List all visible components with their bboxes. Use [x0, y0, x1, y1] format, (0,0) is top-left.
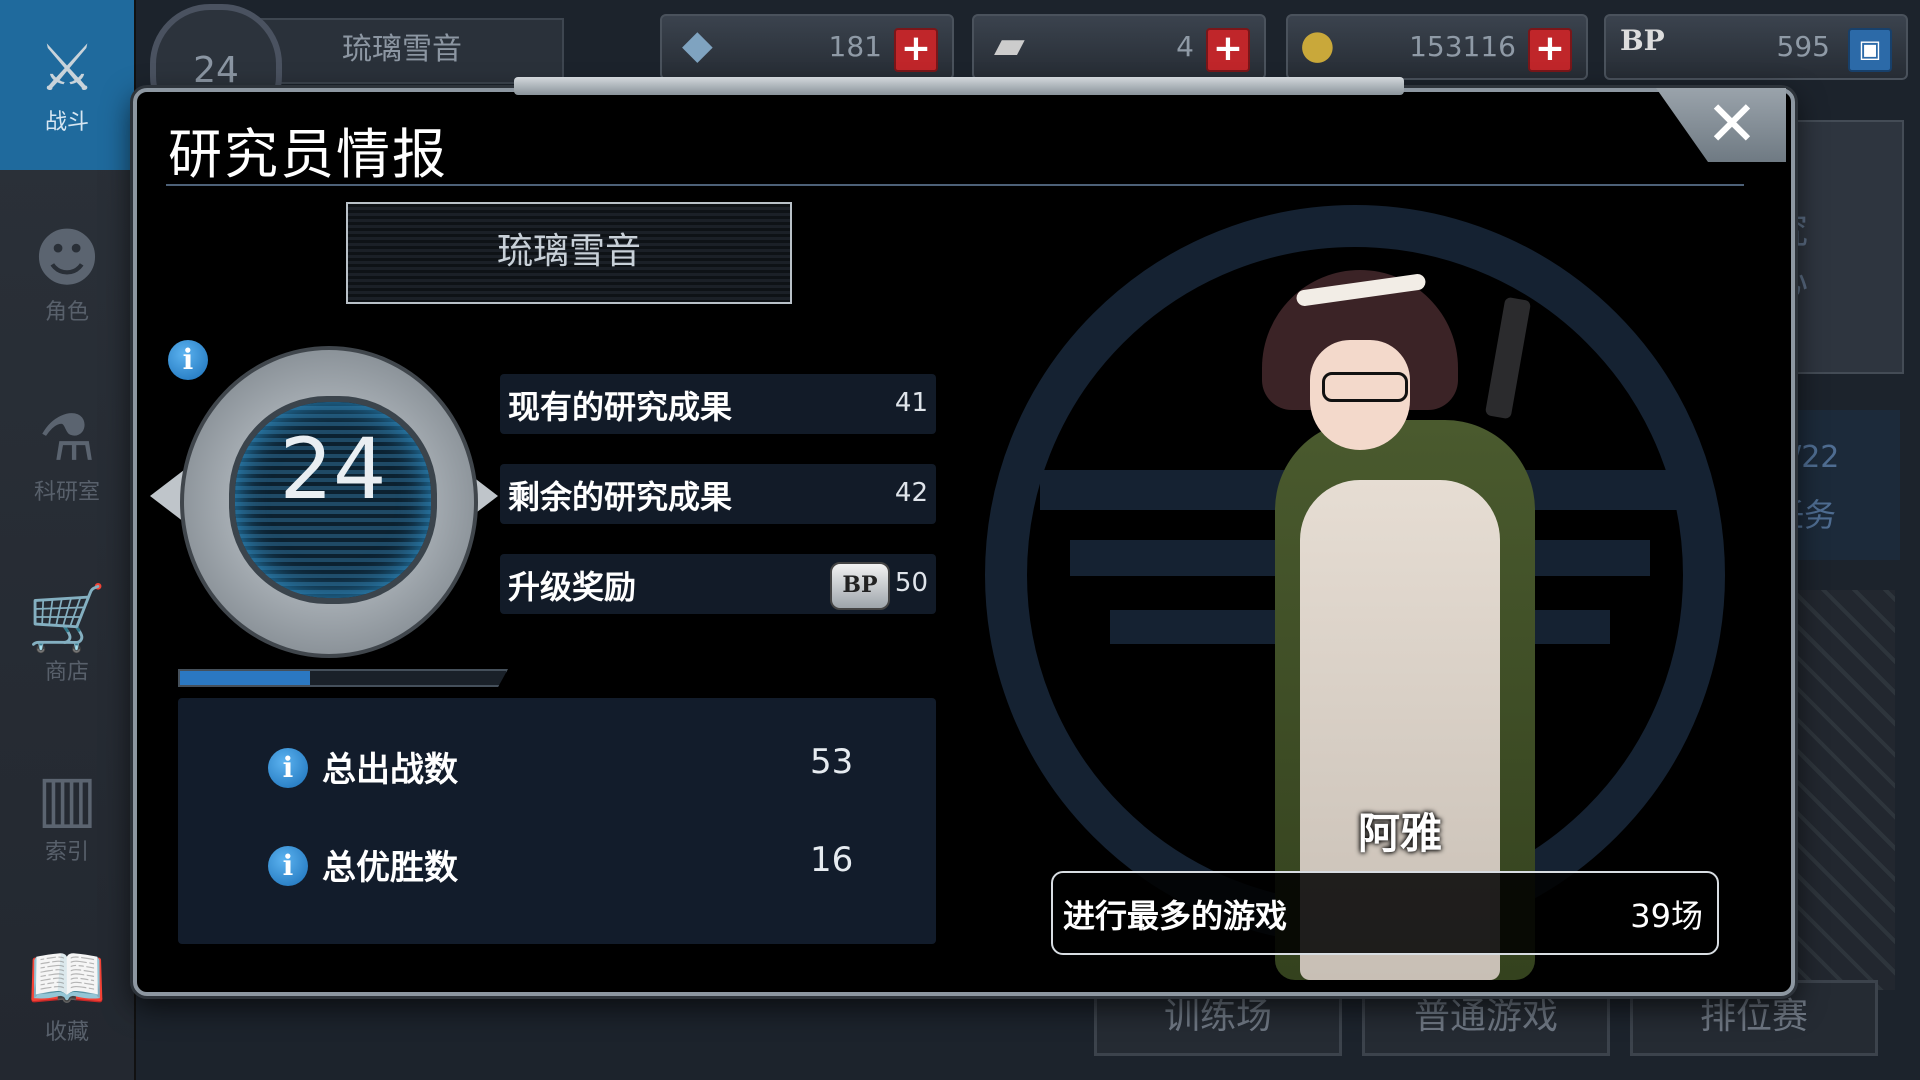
add-coin-button[interactable]: + [1528, 28, 1572, 72]
coin-icon: ● [1300, 22, 1335, 68]
badge-left-spike [150, 470, 184, 522]
currency-ticket: ▰ 4 + [972, 14, 1266, 80]
character-icon: ☻ [33, 222, 101, 296]
stat-label: 现有的研究成果 [508, 388, 733, 426]
level-number: 24 [279, 420, 387, 518]
sidebar-item-label: 战斗 [44, 110, 89, 135]
total-battles-info-icon[interactable]: i [268, 748, 308, 788]
currency-value: 4 [1176, 30, 1194, 63]
books-icon: ▥ [36, 762, 98, 836]
cart-icon: 🛒 [27, 582, 107, 656]
button-label: 普通游戏 [1413, 996, 1558, 1037]
sidebar-item-battle[interactable]: ⚔ 战斗 [0, 0, 134, 170]
sidebar-item-index[interactable]: ▥ 索引 [0, 730, 134, 900]
modal-title: 研究员情报 [168, 123, 448, 186]
most-played-box: 进行最多的游戏 39场 [1051, 871, 1719, 955]
crossed-guns-icon: ⚔ [38, 32, 96, 106]
stat-row-current-research: 现有的研究成果 41 [500, 374, 936, 434]
sidebar-item-collection[interactable]: 📖 收藏 [0, 910, 134, 1080]
background-fence [1785, 590, 1895, 990]
character-glasses [1322, 372, 1408, 402]
sidebar-item-label: 索引 [44, 840, 89, 865]
currency-crystal: ◆ 181 + [660, 14, 954, 80]
level-info-icon[interactable]: i [168, 340, 208, 380]
button-label: 训练场 [1163, 996, 1272, 1037]
close-button[interactable]: ✕ [1700, 92, 1764, 156]
open-book-icon: 📖 [27, 942, 107, 1016]
ticket-icon: ▰ [994, 22, 1025, 68]
add-ticket-button[interactable]: + [1206, 28, 1250, 72]
researcher-name: 琉璃雪音 [496, 231, 641, 272]
modal-top-rail [514, 77, 1404, 95]
sidebar-item-character[interactable]: ☻ 角色 [0, 190, 134, 360]
total-wins-info-icon[interactable]: i [268, 846, 308, 886]
add-crystal-button[interactable]: + [894, 28, 938, 72]
stat-value: 41 [894, 388, 928, 418]
most-played-label: 进行最多的游戏 [1063, 897, 1288, 935]
stat-value: 50 [894, 568, 928, 598]
most-played-value: 39场 [1630, 897, 1703, 935]
sidebar-item-lab[interactable]: ⚗ 科研室 [0, 370, 134, 540]
title-divider [166, 184, 1744, 186]
stat-row-remaining-research: 剩余的研究成果 42 [500, 464, 936, 524]
currency-bp: BP 595 ▣ [1604, 14, 1908, 80]
flask-icon: ⚗ [38, 402, 96, 476]
sidebar-item-shop[interactable]: 🛒 商店 [0, 550, 134, 720]
researcher-name-plate: 琉璃雪音 [346, 202, 792, 304]
total-label: 总出战数 [322, 750, 458, 790]
sidebar-item-label: 角色 [44, 300, 89, 325]
sidebar-item-label: 收藏 [44, 1020, 89, 1045]
button-label: 排位赛 [1699, 996, 1808, 1037]
character-name: 阿雅 [1357, 809, 1442, 858]
bp-icon: BP [830, 562, 890, 610]
currency-value: 181 [828, 30, 882, 63]
stat-label: 剩余的研究成果 [508, 478, 733, 516]
currency-value: 595 [1776, 30, 1830, 63]
currency-value: 153116 [1409, 30, 1516, 63]
total-label: 总优胜数 [322, 848, 458, 888]
stat-row-level-reward: 升级奖励 BP 50 [500, 554, 936, 614]
player-name-bar: 琉璃雪音 [240, 18, 564, 84]
sidebar-item-label: 商店 [44, 660, 89, 685]
total-value: 53 [810, 742, 854, 782]
currency-coin: ● 153116 + [1286, 14, 1588, 80]
bp-icon: BP [1620, 24, 1665, 57]
crystal-icon: ◆ [682, 22, 713, 68]
player-level: 24 [193, 50, 239, 91]
player-name: 琉璃雪音 [342, 32, 462, 67]
level-progress-fill [180, 671, 310, 685]
totals-panel: i 总出战数 53 i 总优胜数 16 [178, 698, 936, 944]
bp-exchange-button[interactable]: ▣ [1848, 28, 1892, 72]
sidebar-item-label: 科研室 [33, 480, 100, 505]
total-value: 16 [810, 840, 854, 880]
sidebar: ⚔ 战斗 ☻ 角色 ⚗ 科研室 🛒 商店 ▥ 索引 📖 收藏 [0, 0, 136, 1080]
stat-label: 升级奖励 [508, 568, 637, 606]
stat-value: 42 [894, 478, 928, 508]
